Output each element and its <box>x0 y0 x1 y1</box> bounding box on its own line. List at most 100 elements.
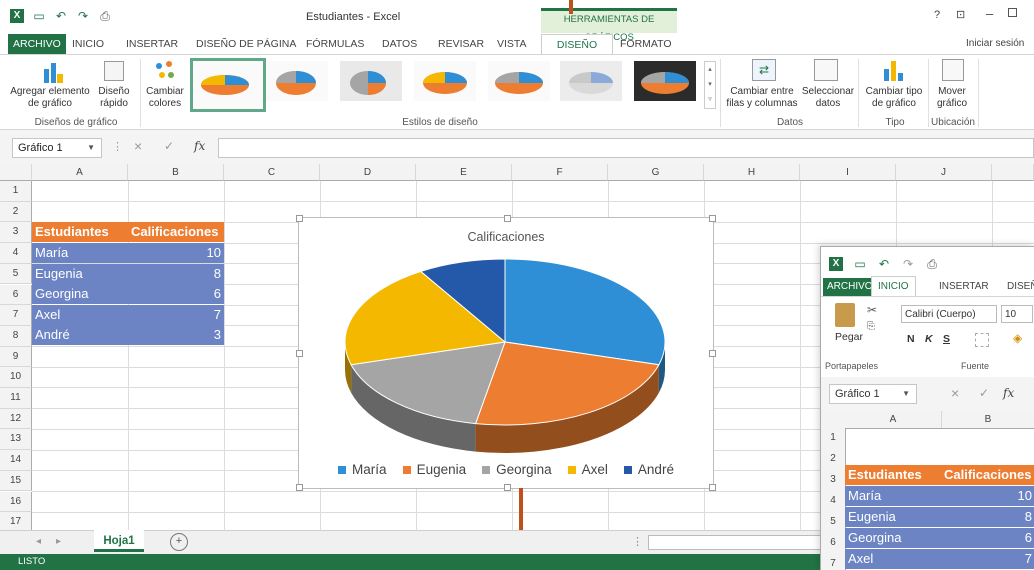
save-icon[interactable]: ▭ <box>32 9 46 23</box>
border-icon[interactable] <box>975 333 989 347</box>
table-header[interactable]: Estudiantes <box>32 222 128 242</box>
table-cell-name[interactable]: María <box>32 243 128 263</box>
w2-table-cell-score[interactable]: 7 <box>941 549 1034 569</box>
name-box[interactable]: Gráfico 1 ▼ <box>12 138 102 158</box>
switch-rowcol-button[interactable]: Cambiar entre filas y columnas <box>724 86 800 110</box>
row-header[interactable]: 5 <box>0 263 32 285</box>
table-header[interactable]: Calificaciones <box>128 222 224 242</box>
add-sheet-button[interactable]: + <box>170 533 188 551</box>
column-header[interactable]: E <box>416 164 512 181</box>
chart-style-4[interactable] <box>414 61 476 101</box>
tab-archivo[interactable]: ARCHIVO <box>8 34 66 54</box>
resize-handle[interactable] <box>296 350 303 357</box>
column-header[interactable]: H <box>704 164 800 181</box>
w2-name-box[interactable]: Gráfico 1 ▼ <box>829 384 917 404</box>
resize-handle[interactable] <box>296 215 303 222</box>
row-header[interactable]: 14 <box>0 450 32 471</box>
tab-insertar[interactable]: INSERTAR <box>126 36 178 52</box>
w2-table-cell-name[interactable]: Georgina <box>845 528 941 548</box>
row-header[interactable]: 3 <box>0 222 32 244</box>
formula-input[interactable] <box>218 138 1034 158</box>
add-chart-element-button[interactable]: Agregar elemento de gráfico <box>2 86 98 110</box>
table-cell-score[interactable]: 8 <box>128 264 224 284</box>
insert-function-icon[interactable]: fx <box>1003 386 1014 400</box>
change-chart-type-button[interactable]: Cambiar tipo de gráfico <box>862 86 926 110</box>
column-header[interactable]: G <box>608 164 704 181</box>
sheet-tab-hoja1[interactable]: Hoja1 <box>94 530 144 552</box>
w2-column-header[interactable]: B <box>941 411 1034 428</box>
row-header[interactable]: 11 <box>0 388 32 409</box>
row-header[interactable]: 2 <box>0 201 32 223</box>
enter-icon[interactable]: ✓ <box>164 139 174 153</box>
table-cell-score[interactable]: 7 <box>128 305 224 325</box>
table-cell-score[interactable]: 6 <box>128 284 224 304</box>
w2-table-cell-name[interactable]: Axel <box>845 549 941 569</box>
column-header[interactable]: F <box>512 164 608 181</box>
w2-table-cell-score[interactable]: 8 <box>941 507 1034 527</box>
chart-style-1[interactable] <box>190 58 266 112</box>
cut-icon[interactable]: ✂ <box>867 303 877 317</box>
column-header[interactable]: C <box>224 164 320 181</box>
maximize-icon[interactable] <box>1008 8 1017 17</box>
italic-button[interactable]: K <box>925 333 933 345</box>
w2-table-header[interactable]: Estudiantes <box>845 465 941 485</box>
column-header[interactable]: I <box>800 164 896 181</box>
insert-function-icon[interactable]: fx <box>194 139 205 153</box>
bold-button[interactable]: N <box>907 333 915 345</box>
redo-icon[interactable]: ↷ <box>901 257 915 271</box>
row-header[interactable]: 6 <box>0 284 32 306</box>
copy-icon[interactable]: ⎘ <box>867 321 875 332</box>
chart-style-2[interactable] <box>266 61 328 101</box>
scroll-left-icon[interactable]: ◂ <box>36 536 41 547</box>
print-preview-icon[interactable]: ⎙ <box>925 257 939 271</box>
tab-formato[interactable]: FORMATO <box>620 36 672 52</box>
row-header[interactable]: 8 <box>0 325 32 347</box>
resize-handle[interactable] <box>504 484 511 491</box>
row-header[interactable]: 12 <box>0 408 32 430</box>
chart-legend[interactable]: María Eugenia Georgina Axel André <box>299 462 713 477</box>
column-header[interactable]: D <box>320 164 416 181</box>
horizontal-scrollbar[interactable] <box>648 535 822 550</box>
row-header[interactable]: 10 <box>0 367 32 388</box>
undo-icon[interactable]: ↶ <box>54 9 68 23</box>
w2-row-header[interactable]: 3 <box>821 474 845 485</box>
chart-style-7[interactable] <box>634 61 696 101</box>
chart-style-6[interactable] <box>560 61 622 101</box>
cancel-icon[interactable]: × <box>951 385 959 401</box>
column-header[interactable]: J <box>896 164 992 181</box>
font-size-box[interactable]: 10 <box>1001 305 1033 323</box>
row-header[interactable]: 16 <box>0 491 32 513</box>
help-button[interactable]: ? <box>934 9 940 21</box>
cancel-icon[interactable]: × <box>134 138 142 154</box>
w2-row-header[interactable]: 4 <box>821 495 845 506</box>
w2-table-cell-score[interactable]: 6 <box>941 528 1034 548</box>
w2-tab-diseno[interactable]: DISEÑ <box>1007 278 1034 296</box>
tab-inicio[interactable]: INICIO <box>72 36 104 52</box>
w2-row-header[interactable]: 2 <box>821 453 845 464</box>
chevron-down-icon[interactable]: ▼ <box>87 139 95 157</box>
row-header[interactable]: 4 <box>0 243 32 264</box>
select-data-button[interactable]: Seleccionar datos <box>800 86 856 110</box>
w2-table-header[interactable]: Calificaciones <box>941 465 1034 485</box>
tab-diseno[interactable]: DISEÑO <box>541 34 613 55</box>
resize-handle[interactable] <box>296 484 303 491</box>
tab-datos[interactable]: DATOS <box>382 36 417 52</box>
redo-icon[interactable]: ↷ <box>76 9 90 23</box>
chart-style-5[interactable] <box>488 61 550 101</box>
w2-table-cell-score[interactable]: 10 <box>941 486 1034 506</box>
w2-table-cell-name[interactable]: María <box>845 486 941 506</box>
resize-handle[interactable] <box>709 215 716 222</box>
w2-row-header[interactable]: 5 <box>821 516 845 527</box>
resize-handle[interactable] <box>504 215 511 222</box>
chart-style-3[interactable] <box>340 61 402 101</box>
underline-button[interactable]: S <box>943 333 950 345</box>
font-name-box[interactable]: Calibri (Cuerpo) <box>901 305 997 323</box>
row-header[interactable]: 1 <box>0 181 32 202</box>
table-cell-score[interactable]: 10 <box>128 243 224 263</box>
select-all-corner[interactable] <box>0 164 32 181</box>
tab-vista[interactable]: VISTA <box>497 36 527 52</box>
row-header[interactable]: 13 <box>0 429 32 451</box>
enter-icon[interactable]: ✓ <box>979 386 989 400</box>
table-cell-name[interactable]: André <box>32 325 128 345</box>
quick-layout-button[interactable]: Diseño rápido <box>94 86 134 110</box>
